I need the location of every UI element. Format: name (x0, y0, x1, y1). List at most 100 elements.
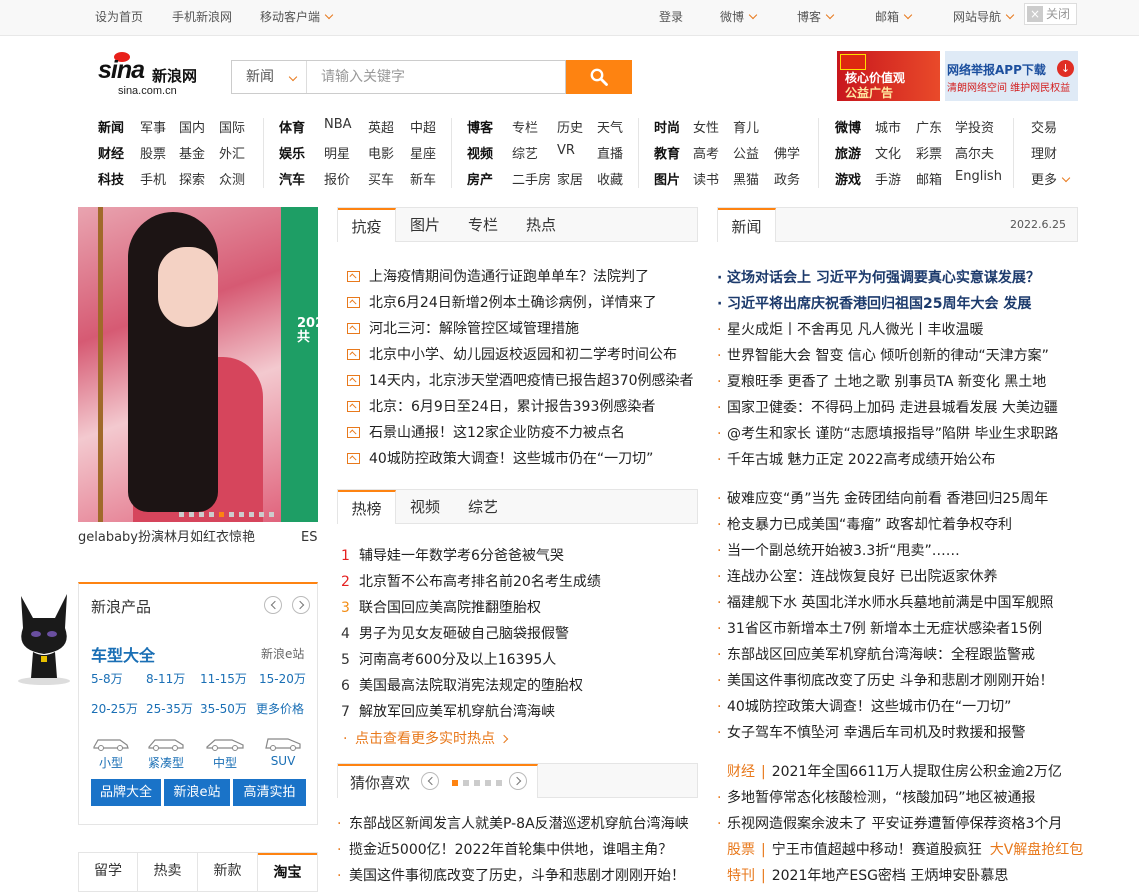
hot-title[interactable]: 北京暂不公布高考排名前20名考生成绩 (359, 574, 601, 590)
news-item[interactable]: · 40城防控政策大调查！这些城市仍在“一刀切” (717, 696, 1011, 716)
guess-next-icon[interactable] (509, 772, 527, 790)
nav-link-col5-0-3[interactable]: 学投资 (955, 117, 994, 136)
news-title[interactable]: 北京中小学、幼儿园返校返园和初二学考时间公布 (369, 347, 677, 363)
photo-slider[interactable]: 2022 共 gelababy扮演林月如红衣惊艳 ESG (78, 207, 318, 557)
news-item[interactable]: · 福建舰下水 英国北洋水师水兵墓地前满是中国军舰照 (717, 592, 1053, 612)
nav-link-col5-0-2[interactable]: 广东 (916, 117, 942, 136)
site-nav-menu[interactable]: 网站导航 (953, 8, 1015, 25)
headline-item[interactable]: · 习近平将出席庆祝香港回归祖国25周年大会 发展 (717, 293, 1031, 313)
nav-link-col1-1-0[interactable]: 财经 (98, 143, 124, 162)
hot-list-item[interactable]: 2 北京暂不公布高考排名前20名考生成绩 (341, 571, 601, 591)
news-item[interactable]: · 31省区市新增本土7例 新增本土无症状感染者15例 (717, 618, 1042, 638)
tab-hotspot[interactable]: 热点 (512, 208, 570, 241)
news-title[interactable]: 世界智能大会 智变 信心 倾听创新的律动“天津方案” (727, 348, 1049, 364)
hot-more-link[interactable]: · 点击查看更多实时热点 (343, 728, 509, 748)
search-input[interactable] (308, 61, 565, 93)
news-title[interactable]: 星火成炬丨不舍再见 凡人微光丨丰收温暖 (727, 322, 983, 338)
nav-link-col4-2-3[interactable]: 政务 (774, 169, 800, 188)
price-link[interactable]: 35-50万 (200, 700, 247, 717)
nav-link-col4-1-0[interactable]: 教育 (654, 143, 680, 162)
nav-link-col1-1-3[interactable]: 外汇 (219, 143, 245, 162)
slider-dot[interactable] (179, 512, 184, 517)
hot-title[interactable]: 男子为见女友砸破自己脑袋报假警 (359, 626, 569, 642)
nav-link-col4-2-2[interactable]: 黑猫 (733, 169, 759, 188)
hot-title[interactable]: 解放军回应美军机穿航台湾海峡 (359, 704, 555, 720)
news-item[interactable]: · 千年古城 魅力正定 2022高考成绩开始公布 (717, 449, 996, 469)
nav-link-col5-0-0[interactable]: 微博 (835, 117, 861, 136)
slider-dot[interactable] (229, 512, 234, 517)
mobile-sina-link[interactable]: 手机新浪网 (172, 8, 232, 25)
mobile-client-menu[interactable]: 移动客户端 (260, 8, 334, 25)
news-item[interactable]: · 破难应变“勇”当先 金砖团结向前看 香港回归25周年 (717, 488, 1048, 508)
news-title[interactable]: 连战办公室：连战恢复良好 已出院返家休养 (727, 569, 997, 585)
nav-link-col2-1-3[interactable]: 星座 (410, 143, 436, 162)
mail-menu[interactable]: 邮箱 (875, 8, 913, 25)
news-item[interactable]: 北京：6月9日至24日，累计报告393例感染者 (347, 396, 655, 416)
car-type-compact[interactable]: 紧凑型 (146, 736, 186, 771)
close-button[interactable]: × 关闭 (1024, 3, 1077, 25)
news-item[interactable]: 河北三河：解除管控区域管理措施 (347, 318, 579, 338)
finance-title[interactable]: 2021年全国6611万人提取住房公积金逾2万亿 (772, 764, 1062, 780)
slider-dot[interactable] (189, 512, 194, 517)
news-title[interactable]: 河北三河：解除管控区域管理措施 (369, 321, 579, 337)
nav-link-col2-1-2[interactable]: 电影 (368, 143, 394, 162)
nav-link-col1-2-2[interactable]: 探索 (179, 169, 205, 188)
news-title[interactable]: 东部战区回应美军机穿航台湾海峡：全程跟监警戒 (727, 647, 1035, 663)
nav-link-col5-1-0[interactable]: 旅游 (835, 143, 861, 162)
finance-tag[interactable]: 股票 (727, 839, 755, 859)
e-station-label[interactable]: 新浪e站 (261, 645, 304, 662)
news-item[interactable]: · 国家卫健委：不得码上加码 走进县城看发展 大美边疆 (717, 397, 1058, 417)
search-button[interactable] (566, 60, 632, 94)
nav-link-col3-2-2[interactable]: 家居 (557, 169, 583, 188)
news-title[interactable]: @考生和家长 谨防“志愿填报指导”陷阱 毕业生求职路 (727, 426, 1058, 442)
nav-link-col2-1-1[interactable]: 明星 (324, 143, 350, 162)
news-item[interactable]: 北京中小学、幼儿园返校返园和初二学考时间公布 (347, 344, 677, 364)
news-item[interactable]: 北京6月24日新增2例本土确诊病例，详情来了 (347, 292, 657, 312)
news-title[interactable]: 北京：6月9日至24日，累计报告393例感染者 (369, 399, 655, 415)
car-type-suv[interactable]: SUV (263, 736, 303, 768)
news-title[interactable]: 当一个副总统开始被3.3折“甩卖”…… (727, 543, 960, 559)
nav-link-col5-1-2[interactable]: 彩票 (916, 143, 942, 162)
news-item[interactable]: 40城防控政策大调查！这些城市仍在“一刀切” (347, 448, 653, 468)
nav-link-col4-0-2[interactable]: 育儿 (733, 117, 759, 136)
slide-image-next[interactable]: 2022 共 (281, 207, 318, 522)
car-type-small[interactable]: 小型 (91, 736, 131, 771)
more-prices-link[interactable]: 更多价格 (256, 700, 304, 717)
nav-link-col1-2-0[interactable]: 科技 (98, 169, 124, 188)
tab-hot-list[interactable]: 热榜 (338, 490, 396, 524)
news-title[interactable]: 上海疫情期间伪造通行证跑单单车？法院判了 (369, 269, 649, 285)
hot-list-item[interactable]: 4 男子为见女友砸破自己脑袋报假警 (341, 623, 569, 643)
brand-list-button[interactable]: 品牌大全 (91, 779, 161, 806)
slide-caption[interactable]: gelababy扮演林月如红衣惊艳 ESG (78, 522, 318, 557)
nav-link-col2-1-0[interactable]: 娱乐 (279, 143, 305, 162)
headline-title[interactable]: 这场对话会上 习近平为何强调要真心实意谋发展？ (727, 270, 1040, 286)
tab-pictures[interactable]: 图片 (396, 208, 454, 241)
tab-news[interactable]: 新闻 (718, 208, 776, 242)
guess-dots[interactable] (447, 764, 507, 797)
nav-link-col4-0-0[interactable]: 时尚 (654, 117, 680, 136)
news-title[interactable]: 国家卫健委：不得码上加码 走进县城看发展 大美边疆 (727, 400, 1058, 416)
news-item[interactable]: · @考生和家长 谨防“志愿填报指导”陷阱 毕业生求职路 (717, 423, 1058, 443)
slide-image[interactable] (78, 207, 281, 522)
hot-title[interactable]: 美国最高法院取消宪法规定的堕胎权 (359, 678, 583, 694)
finance-tag[interactable]: 财经 (727, 761, 755, 781)
news-item[interactable]: · 枪支暴力已成美国“毒瘤” 政客却忙着争权夺利 (717, 514, 1012, 534)
hot-list-item[interactable]: 1 辅导娃一年数学考6分爸爸被气哭 (341, 545, 564, 565)
hd-photos-button[interactable]: 高清实拍 (233, 779, 306, 806)
nav-link-col5-2-2[interactable]: 邮箱 (916, 169, 942, 188)
nav-link-col4-2-1[interactable]: 读书 (693, 169, 719, 188)
news-item[interactable]: 上海疫情期间伪造通行证跑单单车？法院判了 (347, 266, 649, 286)
price-link[interactable]: 20-25万 (91, 700, 138, 717)
headline-item[interactable]: · 这场对话会上 习近平为何强调要真心实意谋发展？ (717, 267, 1040, 287)
news-item[interactable]: · 世界智能大会 智变 信心 倾听创新的律动“天津方案” (717, 345, 1049, 365)
slide-caption-text[interactable]: gelababy扮演林月如红衣惊艳 (78, 522, 255, 554)
hot-list-item[interactable]: 3 联合国回应美高院推翻堕胎权 (341, 597, 541, 617)
nav-link-col3-0-3[interactable]: 天气 (597, 117, 623, 136)
tab-study-abroad[interactable]: 留学 (79, 853, 138, 891)
finance-item[interactable]: 财经 | 2021年全国6611万人提取住房公积金逾2万亿 (717, 761, 1062, 781)
news-title[interactable]: 石景山通报！这12家企业防疫不力被点名 (369, 425, 625, 441)
slider-dot[interactable] (199, 512, 204, 517)
nav-link-col3-2-1[interactable]: 二手房 (512, 169, 551, 188)
finance-title[interactable]: 2021年地产ESG密档 王炳坤安卧慕思 (772, 868, 1009, 884)
slider-dot-active[interactable] (219, 512, 224, 517)
